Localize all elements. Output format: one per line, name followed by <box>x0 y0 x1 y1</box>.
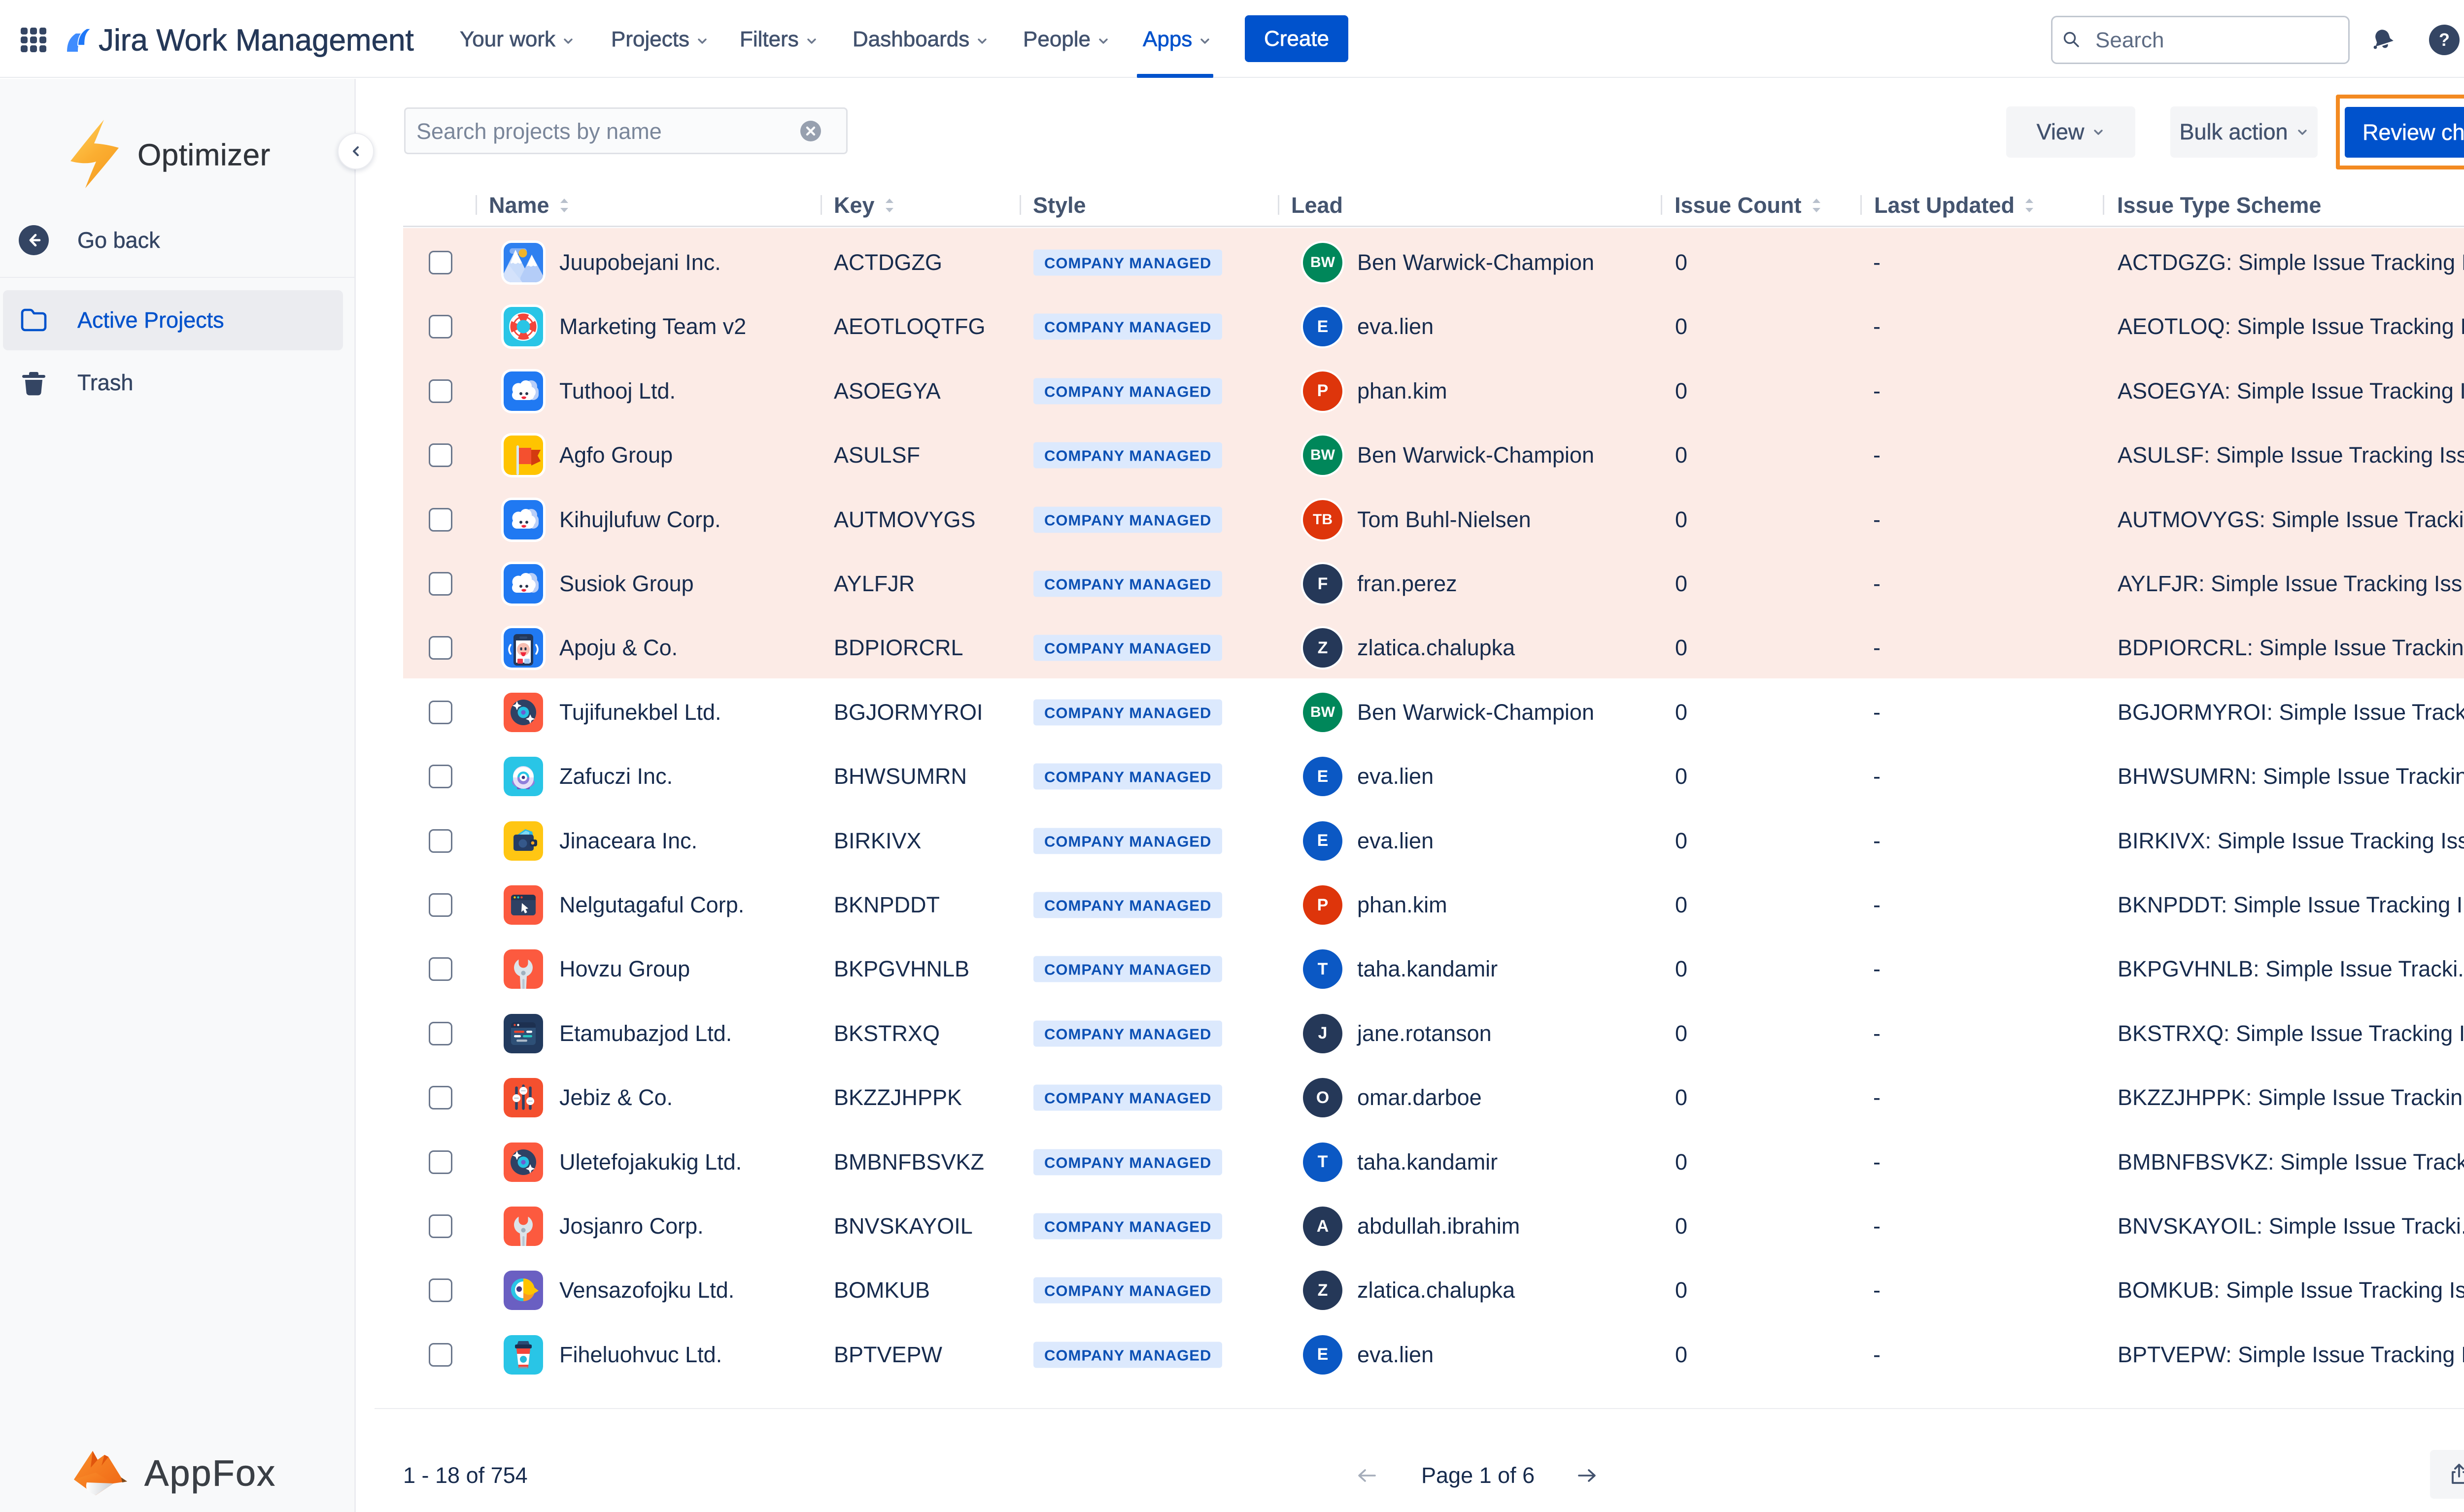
svg-text:?: ? <box>2439 30 2450 50</box>
